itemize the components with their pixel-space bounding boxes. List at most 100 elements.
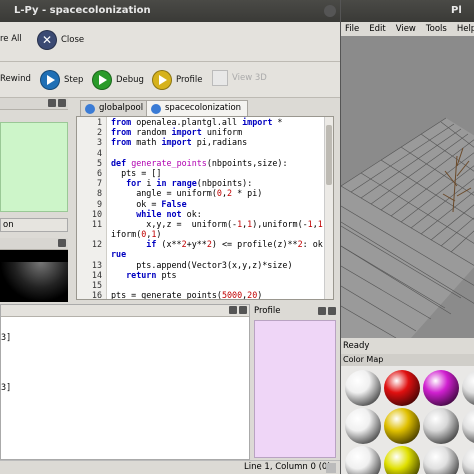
- color-sphere-icon[interactable]: [384, 370, 420, 406]
- 3d-viewport[interactable]: [341, 36, 474, 339]
- close-icon: ✕: [37, 30, 57, 50]
- float-icon-4[interactable]: [318, 307, 326, 315]
- close-dock-icon-4[interactable]: [328, 307, 336, 315]
- color-sphere-icon[interactable]: [384, 408, 420, 444]
- output-line: 3]: [1, 333, 12, 343]
- color-sphere-icon[interactable]: [345, 370, 381, 406]
- dark-preview: [0, 250, 68, 302]
- view3d-button[interactable]: View 3D: [212, 70, 267, 86]
- float-icon[interactable]: [48, 99, 56, 107]
- view3d-label: View 3D: [232, 73, 267, 83]
- menu-edit[interactable]: Edit: [369, 22, 385, 36]
- window-title: L-Py - spacecolonization: [0, 0, 340, 22]
- line-number: 14: [91, 269, 102, 280]
- resize-grip-icon[interactable]: [326, 463, 336, 473]
- color-sphere-icon[interactable]: [423, 408, 459, 444]
- profile-title-text: Profile: [254, 306, 281, 316]
- preview-curve: [0, 262, 68, 302]
- dock-title-bar: [0, 98, 68, 110]
- scrollbar-thumb[interactable]: [326, 125, 332, 185]
- editor-scrollbar[interactable]: [324, 117, 333, 299]
- menu-file[interactable]: File: [345, 22, 359, 36]
- debug-icon: [92, 70, 112, 90]
- code-line: ok = False: [111, 198, 187, 209]
- color-sphere-icon[interactable]: [462, 408, 474, 444]
- code-editor[interactable]: 1234567891011121314151617 from openalea.…: [76, 116, 334, 300]
- step-button[interactable]: Step: [40, 70, 83, 90]
- color-sphere-icon[interactable]: [345, 446, 381, 474]
- tab-label: globalpool: [99, 103, 144, 113]
- tab-globalpool[interactable]: globalpool: [80, 100, 151, 116]
- line-number: 1: [96, 117, 102, 127]
- menu-view[interactable]: View: [396, 22, 416, 36]
- float-icon-3[interactable]: [229, 306, 237, 314]
- lpy-window: L-Py - spacecolonization re All ✕ Close …: [0, 0, 340, 474]
- python-icon: [85, 104, 95, 114]
- code-line: iform(0,1): [111, 229, 162, 240]
- profile-icon: [152, 70, 172, 90]
- menu-help[interactable]: Help: [457, 22, 474, 36]
- rewind-button[interactable]: Rewind: [0, 74, 31, 84]
- left-dock-top: [0, 98, 68, 218]
- code-line: while not ok:: [136, 208, 202, 219]
- code-line: x,y,z = uniform(-1,1),uniform(-1,1),un: [111, 218, 323, 229]
- view3d-icon: [212, 70, 228, 86]
- line-number: 7: [96, 178, 102, 189]
- window-control-icon[interactable]: [324, 5, 336, 17]
- code-line: if (x**2+y**2) <= profile(z)**2: ok = T: [146, 239, 323, 250]
- code-area[interactable]: from openalea.plantgl.all import * from …: [111, 117, 323, 300]
- code-line: from math import pi,radians: [111, 137, 248, 148]
- code-line: rue: [111, 249, 127, 260]
- code-line: for i in range(nbpoints):: [126, 178, 253, 189]
- line-number: 8: [96, 188, 102, 199]
- color-sphere-icon[interactable]: [462, 446, 474, 474]
- color-sphere-icon[interactable]: [462, 370, 474, 406]
- close-dock-icon[interactable]: [58, 99, 66, 107]
- close-label: Close: [61, 35, 85, 45]
- tab-spacecolonization[interactable]: spacecolonization: [146, 100, 249, 116]
- code-line: from openalea.plantgl.all import *: [111, 117, 283, 127]
- color-sphere-icon[interactable]: [384, 446, 420, 474]
- line-number: 5: [96, 157, 102, 168]
- left-dock-bottom: [0, 238, 68, 302]
- code-line: pts = []: [111, 167, 162, 178]
- colormap-title: Color Map: [341, 354, 474, 366]
- close-dock-icon-3[interactable]: [239, 306, 247, 314]
- viewer-menu-bar: File Edit View Tools Help: [341, 22, 474, 36]
- output-panel: 3] 3]: [0, 304, 250, 460]
- plantgl-window: Pl File Edit View Tools Help: [340, 0, 474, 474]
- menu-tools[interactable]: Tools: [426, 22, 447, 36]
- grid-plane: [341, 117, 474, 339]
- line-number: [77, 229, 106, 239]
- color-preview: [0, 122, 68, 212]
- save-all-label: re All: [0, 34, 22, 44]
- profile-button[interactable]: Profile: [152, 70, 202, 90]
- rewind-label: Rewind: [0, 74, 31, 84]
- profile-panel-title: Profile: [252, 304, 338, 318]
- code-line: pts.append(Vector3(x,y,z)*size): [111, 259, 293, 270]
- colormap-grid: [341, 366, 474, 474]
- debug-button[interactable]: Debug: [92, 70, 144, 90]
- line-number: 4: [96, 147, 102, 158]
- float-icon-2[interactable]: [58, 239, 66, 247]
- line-number: [77, 249, 106, 259]
- code-line: pts = generate_points(5000,20): [111, 290, 263, 300]
- line-number-gutter: 1234567891011121314151617: [77, 117, 107, 299]
- profile-editor[interactable]: [254, 320, 336, 458]
- color-sphere-icon[interactable]: [423, 370, 459, 406]
- color-sphere-icon[interactable]: [345, 408, 381, 444]
- line-number: 12: [91, 239, 102, 250]
- save-all-button[interactable]: re All: [0, 34, 22, 44]
- python-icon: [151, 104, 161, 114]
- left-tab[interactable]: on: [0, 218, 68, 232]
- line-number: 9: [96, 198, 102, 209]
- code-line: from random import uniform: [111, 127, 243, 138]
- step-label: Step: [64, 75, 84, 85]
- color-sphere-icon[interactable]: [423, 446, 459, 474]
- profile-panel: Profile: [252, 304, 338, 460]
- line-number: 16: [91, 290, 102, 300]
- profile-label: Profile: [176, 75, 203, 85]
- close-button[interactable]: ✕ Close: [37, 30, 84, 50]
